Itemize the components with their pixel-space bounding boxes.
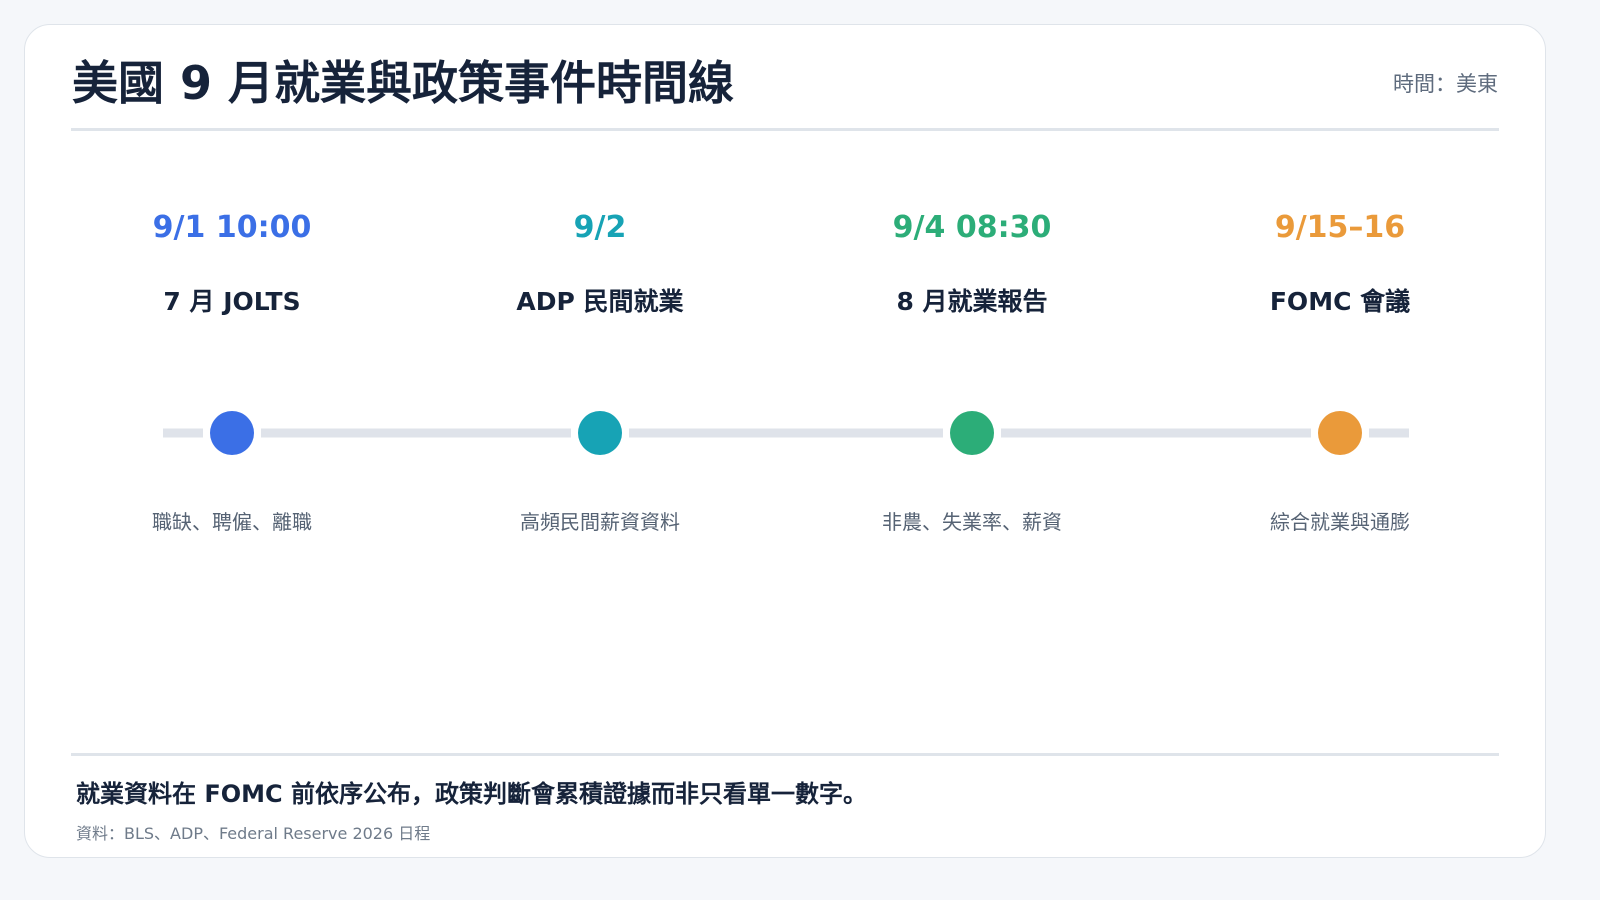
- event-description: 職缺、聘僱、離職: [152, 510, 312, 534]
- event-marker-jolts: [210, 411, 254, 455]
- timeline-track: [163, 411, 1409, 455]
- event-title: 7 月 JOLTS: [163, 287, 301, 316]
- event-marker-fomc: [1318, 411, 1362, 455]
- event-description: 綜合就業與通膨: [1270, 510, 1410, 534]
- event-description: 高頻民間薪資資料: [520, 510, 680, 534]
- event-title: ADP 民間就業: [516, 287, 684, 316]
- event-date: 9/1 10:00: [152, 210, 312, 245]
- event-marker-adp: [578, 411, 622, 455]
- timeline-card: 美國 9 月就業與政策事件時間線 時間：美東 9/1 10:00 7 月 JOL…: [24, 24, 1546, 858]
- event-title: 8 月就業報告: [896, 287, 1048, 316]
- event-title: FOMC 會議: [1269, 287, 1411, 316]
- event-date: 9/15–16: [1274, 210, 1406, 245]
- event-date: 9/4 08:30: [892, 210, 1052, 245]
- event-description: 非農、失業率、薪資: [882, 510, 1062, 534]
- footer-divider: [71, 753, 1499, 756]
- event-marker-jobs-report: [950, 411, 994, 455]
- takeaway-text: 就業資料在 FOMC 前依序公布，政策判斷會累積證據而非只看單一數字。: [76, 780, 868, 808]
- source-note: 資料：BLS、ADP、Federal Reserve 2026 日程: [76, 824, 431, 843]
- event-date: 9/2: [573, 210, 627, 245]
